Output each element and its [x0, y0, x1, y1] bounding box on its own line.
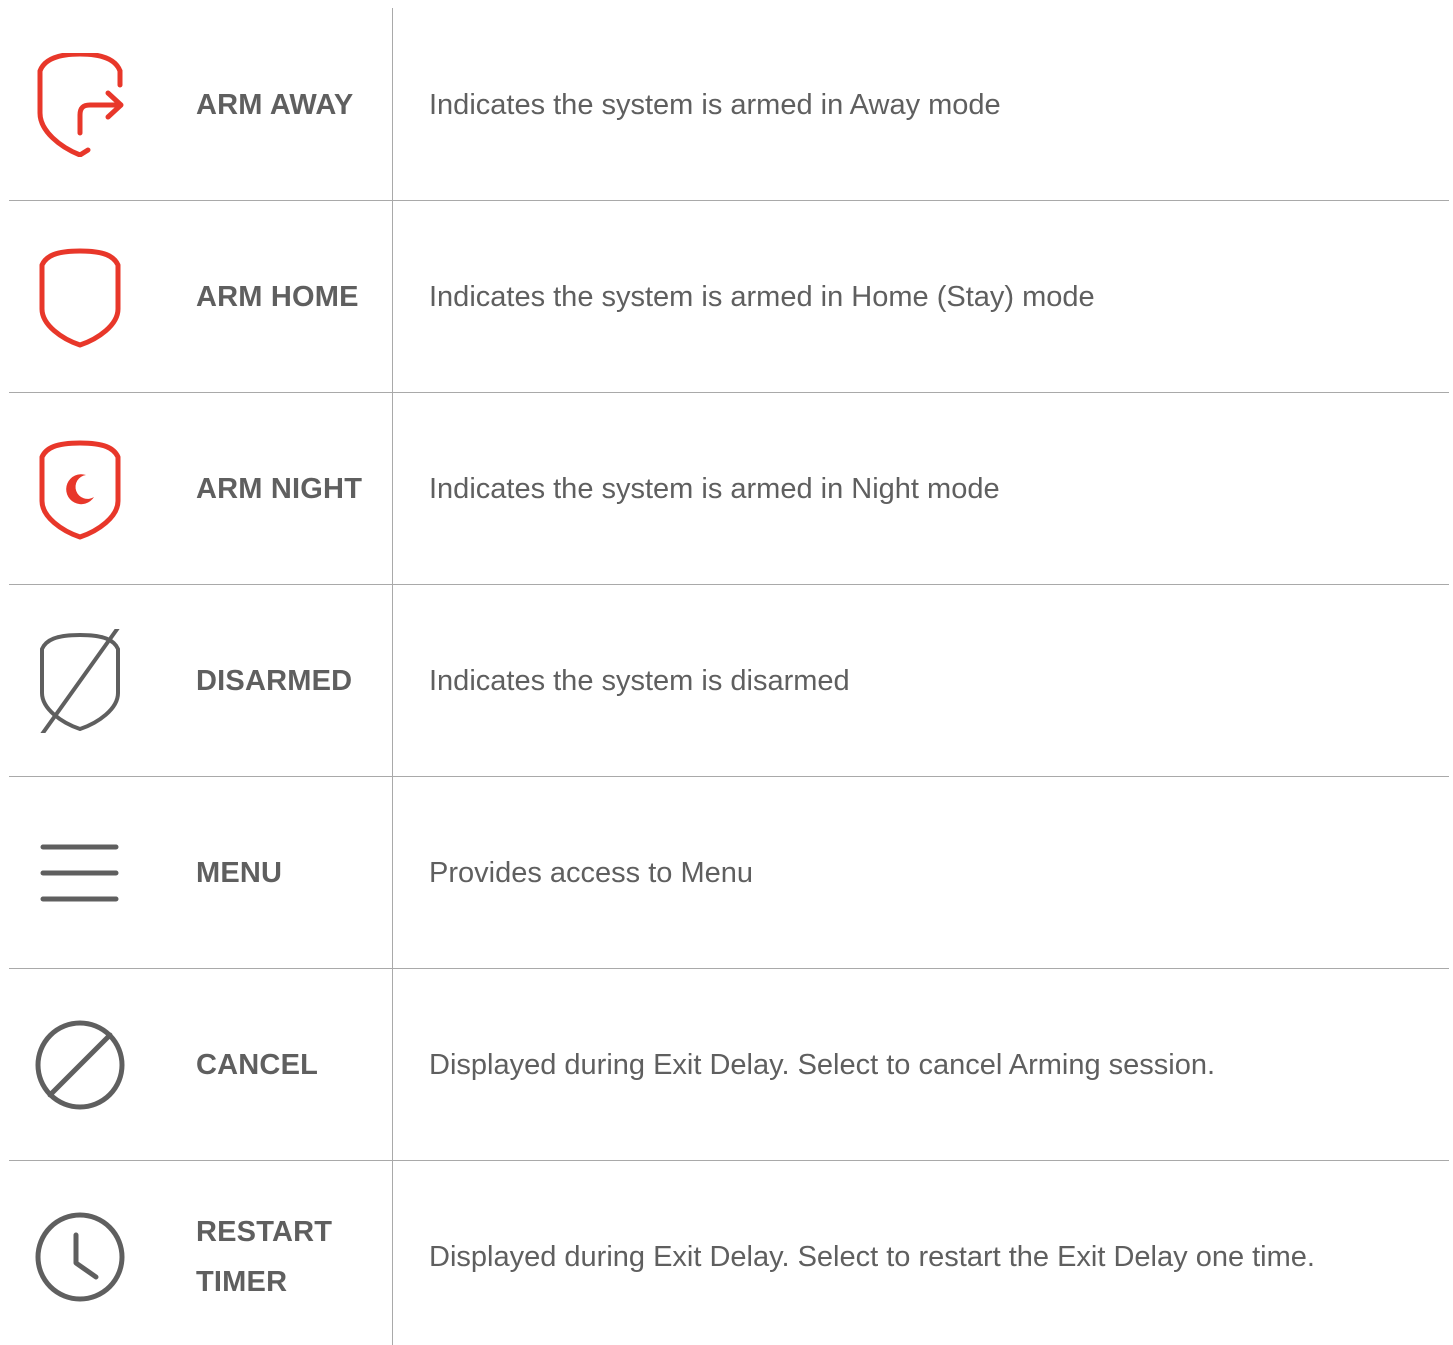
- shield-exit-arrow-icon: [28, 53, 132, 157]
- shield-moon-icon: [28, 437, 132, 541]
- legend-label: MENU: [196, 857, 283, 889]
- legend-description: Indicates the system is disarmed: [429, 665, 850, 697]
- legend-row-arm-night: ARM NIGHT Indicates the system is armed …: [0, 393, 1453, 585]
- legend-label: ARM NIGHT: [196, 473, 363, 505]
- legend-row-arm-home: ARM HOME Indicates the system is armed i…: [0, 201, 1453, 393]
- legend-row-disarmed: DISARMED Indicates the system is disarme…: [0, 585, 1453, 777]
- shield-slash-icon: [28, 629, 132, 733]
- legend-description: Provides access to Menu: [429, 857, 753, 889]
- legend-row-cancel: CANCEL Displayed during Exit Delay. Sele…: [0, 969, 1453, 1161]
- shield-icon: [28, 245, 132, 349]
- legend-label: RESTART TIMER: [196, 1207, 386, 1307]
- legend-row-arm-away: ARM AWAY Indicates the system is armed i…: [0, 9, 1453, 201]
- legend-label-line: RESTART: [196, 1216, 333, 1248]
- legend-label: ARM HOME: [196, 281, 359, 313]
- icon-legend-table: ARM AWAY Indicates the system is armed i…: [0, 0, 1453, 1345]
- clock-icon: [28, 1205, 132, 1309]
- legend-description: Indicates the system is armed in Home (S…: [429, 281, 1095, 313]
- legend-label: DISARMED: [196, 665, 353, 697]
- legend-description: Displayed during Exit Delay. Select to c…: [429, 1049, 1216, 1081]
- legend-row-menu: MENU Provides access to Menu: [0, 777, 1453, 969]
- legend-label-line: TIMER: [196, 1266, 288, 1298]
- legend-description: Indicates the system is armed in Night m…: [429, 473, 1000, 505]
- legend-label: ARM AWAY: [196, 89, 354, 121]
- legend-description: Indicates the system is armed in Away mo…: [429, 89, 1001, 121]
- legend-description: Displayed during Exit Delay. Select to r…: [429, 1241, 1315, 1273]
- legend-label: CANCEL: [196, 1049, 319, 1081]
- legend-row-restart-timer: RESTART TIMER Displayed during Exit Dela…: [0, 1161, 1453, 1345]
- cancel-circle-slash-icon: [28, 1013, 132, 1117]
- hamburger-menu-icon: [28, 821, 132, 925]
